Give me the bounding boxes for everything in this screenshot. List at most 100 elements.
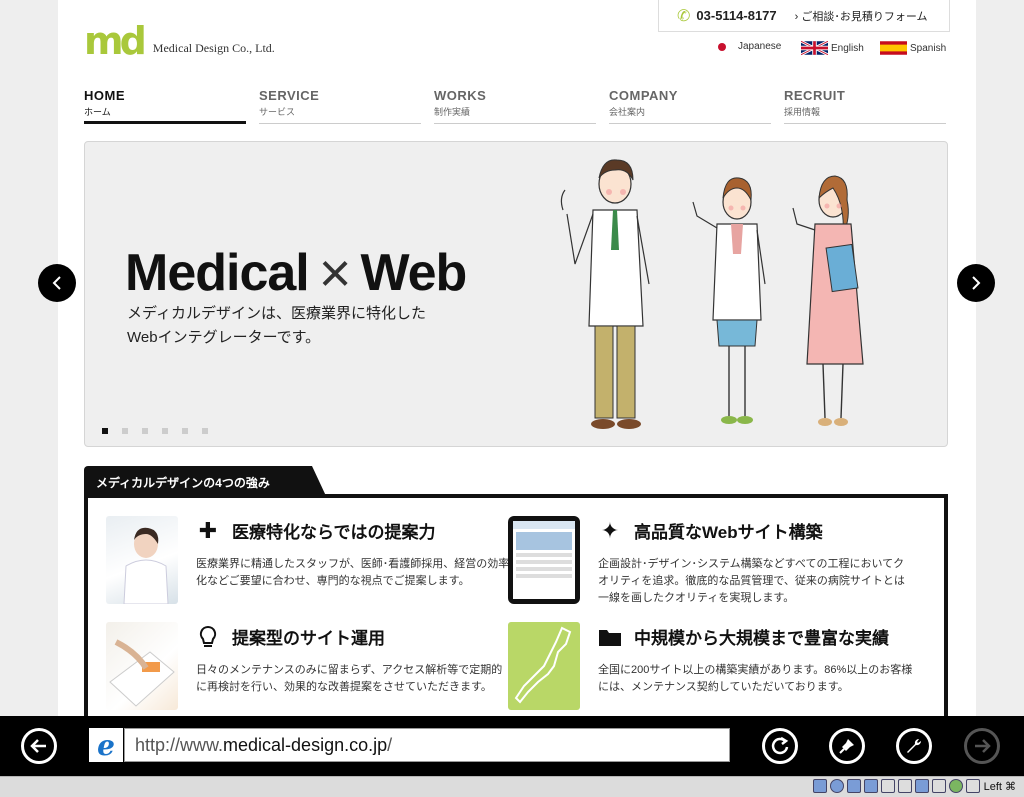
site-logo[interactable]: md Medical Design Co., Ltd. — [84, 22, 275, 60]
contact-form-link[interactable]: › ご相談･お見積りフォーム — [795, 8, 928, 24]
card-title: ✚ 医療特化ならではの提案力 — [196, 518, 436, 543]
lang-spanish[interactable]: Spanish — [880, 41, 946, 55]
strength-card[interactable]: ✚ 医療特化ならではの提案力 医療業界に精通したスタッフが、医師･看護師採用、経… — [106, 516, 516, 616]
nav-works[interactable]: WORKS 制作実績 — [434, 88, 596, 124]
url-prefix: http://www. — [135, 735, 224, 755]
hero-subtitle-line: Webインテグレーターです。 — [127, 329, 321, 346]
wrench-icon — [907, 738, 922, 753]
card-title: 提案型のサイト運用 — [196, 624, 385, 649]
hero-title-cross: × — [318, 241, 352, 304]
sparkle-icon: ✦ — [600, 517, 620, 543]
slider-dot[interactable] — [202, 428, 208, 434]
tray-icon[interactable] — [863, 779, 878, 793]
slider-dot[interactable] — [162, 428, 168, 434]
strengths-section: ✚ 医療特化ならではの提案力 医療業界に精通したスタッフが、医師･看護師採用、経… — [84, 494, 948, 716]
slider-dot[interactable] — [102, 428, 108, 434]
nav-sublabel: 会社案内 — [609, 107, 646, 117]
slider-dot[interactable] — [122, 428, 128, 434]
lang-label: English — [831, 42, 864, 54]
logo-mark: md — [84, 19, 147, 63]
medical-staff-illustration — [560, 159, 864, 429]
refresh-icon — [771, 736, 789, 755]
refresh-button[interactable] — [762, 728, 798, 764]
slider-dots — [102, 428, 222, 434]
japan-map-image — [508, 622, 580, 710]
url-domain: medical-design.co.jp — [223, 735, 388, 755]
lang-label: Japanese — [738, 41, 782, 52]
slider-dot[interactable] — [142, 428, 148, 434]
card-title-text: 中規模から大規模まで豊富な実績 — [634, 629, 889, 648]
page-tools-button[interactable] — [896, 728, 932, 764]
ie-logo-icon: e — [89, 728, 123, 762]
host-taskbar: Left ⌘ — [0, 776, 1024, 797]
nav-home[interactable]: HOME ホーム — [84, 88, 246, 124]
receptionist-figure — [792, 175, 864, 426]
tray-icon[interactable] — [931, 779, 946, 793]
chevron-right-icon — [972, 276, 981, 290]
card-title-text: 高品質なWebサイト構築 — [634, 523, 823, 542]
plus-icon: ✚ — [198, 517, 218, 543]
tray-icon[interactable] — [948, 779, 963, 793]
strength-card[interactable]: 提案型のサイト運用 日々のメンテナンスのみに留まらず、アクセス解析等で定期的に再… — [106, 622, 516, 716]
hero-title-left: Medical — [125, 243, 310, 302]
hero-title: Medical × Web — [125, 240, 467, 305]
card-description: 医療業界に精通したスタッフが、医師･看護師採用、経営の効率化などご要望に合わせ、… — [196, 558, 510, 587]
browser-app-bar: e http://www.medical-design.co.jp/ — [0, 716, 1024, 776]
web-page: md Medical Design Co., Ltd. ✆ 03-5114-81… — [58, 0, 976, 716]
back-button[interactable] — [21, 728, 57, 764]
nurse-figure — [692, 177, 766, 424]
japan-flag-icon — [718, 42, 726, 51]
contact-box: ✆ 03-5114-8177 › ご相談･お見積りフォーム — [658, 0, 950, 32]
nav-label: RECRUIT — [784, 88, 846, 103]
browser-viewport: md Medical Design Co., Ltd. ✆ 03-5114-81… — [0, 0, 1024, 716]
nav-service[interactable]: SERVICE サービス — [259, 88, 421, 124]
card-description: 全国に200サイト以上の構築実績があります。86%以上のお客様には、メンテナンス… — [598, 664, 913, 693]
pin-icon — [839, 739, 854, 754]
tray-icon[interactable] — [880, 779, 895, 793]
card-description: 企画設計･デザイン･システム構築などすべての工程においてクオリティを追求。徹底的… — [598, 558, 905, 604]
nav-label: SERVICE — [259, 88, 320, 103]
arrow-left-icon — [30, 739, 46, 753]
tray-icon[interactable] — [846, 779, 861, 793]
nav-label: WORKS — [434, 88, 487, 103]
system-tray: Left ⌘ — [810, 779, 1016, 793]
nav-sublabel: 採用情報 — [784, 107, 821, 117]
nav-sublabel: サービス — [259, 107, 296, 117]
folder-icon — [598, 625, 622, 649]
tray-icon[interactable] — [897, 779, 912, 793]
chevron-left-icon — [52, 276, 61, 290]
spain-flag-icon — [880, 41, 907, 55]
strengths-tab: メディカルデザインの4つの強み — [84, 466, 326, 496]
hero-slider: Medical × Web メディカルデザインは、医療業界に特化した Webイン… — [84, 141, 948, 447]
phone-number[interactable]: 03-5114-8177 — [696, 8, 776, 23]
strength-card[interactable]: 中規模から大規模まで豊富な実績 全国に200サイト以上の構築実績があります。86… — [508, 622, 918, 716]
pin-site-button[interactable] — [829, 728, 865, 764]
card-title: 中規模から大規模まで豊富な実績 — [598, 624, 889, 649]
tray-icon[interactable] — [965, 779, 980, 793]
keyboard-indicator[interactable]: Left ⌘ — [984, 780, 1016, 793]
address-bar[interactable]: http://www.medical-design.co.jp/ — [124, 728, 730, 762]
card-title: ✦ 高品質なWebサイト構築 — [598, 518, 823, 543]
card-title-text: 提案型のサイト運用 — [232, 629, 385, 648]
tray-icon[interactable] — [914, 779, 929, 793]
lang-label: Spanish — [910, 42, 947, 54]
lang-japanese[interactable]: Japanese — [718, 41, 781, 52]
nav-company[interactable]: COMPANY 会社案内 — [609, 88, 771, 124]
nav-label: HOME — [84, 88, 125, 103]
tray-icon[interactable] — [829, 779, 844, 793]
slider-prev-button[interactable] — [38, 264, 76, 302]
nav-label: COMPANY — [609, 88, 678, 103]
lang-english[interactable]: English — [801, 41, 864, 55]
main-nav: HOME ホーム SERVICE サービス WORKS 制作実績 COMPANY… — [84, 88, 946, 124]
forward-button[interactable] — [964, 728, 1000, 764]
slider-dot[interactable] — [182, 428, 188, 434]
arrow-right-icon — [975, 739, 991, 753]
doctor-figure — [560, 159, 650, 429]
tray-icon[interactable] — [812, 779, 827, 793]
nav-recruit[interactable]: RECRUIT 採用情報 — [784, 88, 946, 124]
card-title-text: 医療特化ならではの提案力 — [232, 523, 436, 542]
lightbulb-icon — [196, 625, 220, 649]
nav-sublabel: ホーム — [84, 107, 111, 117]
strength-card[interactable]: ✦ 高品質なWebサイト構築 企画設計･デザイン･システム構築などすべての工程に… — [508, 516, 918, 616]
slider-next-button[interactable] — [957, 264, 995, 302]
